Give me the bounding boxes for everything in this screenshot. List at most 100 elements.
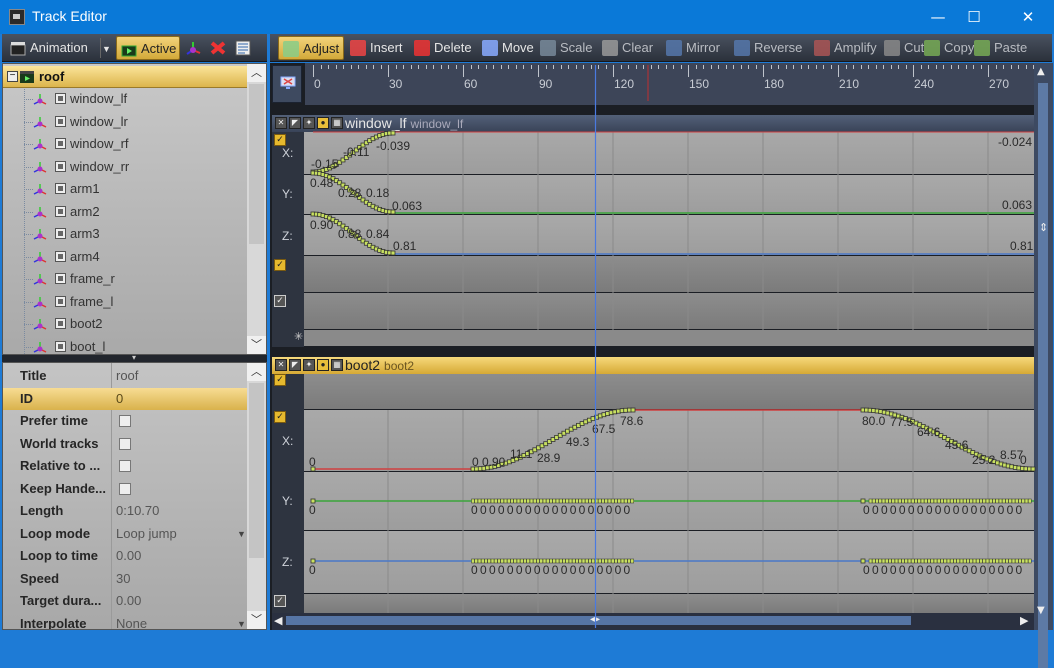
scroll-up-icon[interactable]: ︿ bbox=[247, 64, 266, 82]
dropdown-arrow-icon[interactable]: ▼ bbox=[237, 523, 246, 545]
tree-item[interactable]: window_lf bbox=[3, 88, 247, 110]
node-visibility-checkbox[interactable] bbox=[55, 93, 66, 104]
toolbar-reverse-button[interactable]: Reverse bbox=[730, 36, 808, 60]
timeline-vscroll-thumb[interactable] bbox=[1038, 83, 1048, 668]
position-enable-checkbox[interactable]: ✓ bbox=[274, 374, 286, 386]
lane-position-summary[interactable] bbox=[304, 374, 1034, 409]
node-visibility-checkbox[interactable] bbox=[55, 250, 66, 262]
property-row[interactable]: Loop to time 0.00 bbox=[3, 545, 247, 567]
time-ruler[interactable]: 0 30 60 90 120 150 180 210 240 270 bbox=[305, 63, 1034, 105]
tree-item[interactable]: boot2 bbox=[3, 313, 247, 335]
property-value[interactable]: None bbox=[116, 613, 147, 630]
node-visibility-checkbox[interactable] bbox=[55, 228, 66, 239]
panel-splitter[interactable]: ▾ bbox=[2, 353, 267, 362]
property-row[interactable]: Relative to ... bbox=[3, 455, 247, 477]
tree-item[interactable]: arm4 bbox=[3, 246, 247, 268]
scroll-down-icon[interactable]: ▼ bbox=[1037, 605, 1045, 616]
node-visibility-checkbox[interactable] bbox=[55, 205, 66, 217]
tree-item-root[interactable]: − roof bbox=[3, 66, 247, 88]
tree-item[interactable]: arm3 bbox=[3, 223, 247, 245]
lane-rotation[interactable] bbox=[304, 256, 1034, 292]
toolbar-mirror-button[interactable]: Mirror bbox=[662, 36, 728, 60]
properties-scrollbar[interactable]: ︿ ﹀ bbox=[247, 363, 266, 629]
toolbar-scale-button[interactable]: Scale bbox=[536, 36, 596, 60]
track-light-icon[interactable]: ● bbox=[317, 359, 329, 371]
timeline-options-button[interactable] bbox=[272, 65, 302, 103]
tree-item[interactable]: frame_l bbox=[3, 291, 247, 313]
toolbar-copy-button[interactable]: Copy bbox=[920, 36, 974, 60]
toolbar-amplify-button[interactable]: Amplify bbox=[810, 36, 878, 60]
property-value[interactable]: Loop jump bbox=[116, 523, 177, 545]
node-visibility-checkbox[interactable] bbox=[55, 138, 66, 149]
property-value[interactable]: 30 bbox=[116, 568, 130, 590]
toolbar-adjust-button[interactable]: Adjust bbox=[278, 36, 344, 60]
node-visibility-checkbox[interactable] bbox=[55, 273, 66, 284]
lane-z[interactable] bbox=[304, 215, 1034, 255]
property-value[interactable]: roof bbox=[116, 365, 138, 387]
tree-scrollbar[interactable]: ︿ ﹀ bbox=[247, 64, 266, 354]
scale-enable-checkbox[interactable]: ✓ bbox=[274, 595, 286, 607]
node-visibility-checkbox[interactable] bbox=[55, 340, 66, 352]
toolbar-move-button[interactable]: Move bbox=[478, 36, 534, 60]
node-visibility-checkbox[interactable] bbox=[55, 183, 66, 194]
property-row[interactable]: Loop mode Loop jump ▼ bbox=[3, 523, 247, 545]
animation-button[interactable]: Animation bbox=[6, 36, 100, 60]
toolbar-paste-button[interactable]: Paste bbox=[970, 36, 1027, 60]
toolbar-delete-button[interactable]: Delete bbox=[410, 36, 476, 60]
property-checkbox[interactable] bbox=[119, 482, 131, 495]
toolbar-insert-button[interactable]: Insert bbox=[346, 36, 408, 60]
property-checkbox[interactable] bbox=[119, 415, 131, 427]
lane-y[interactable] bbox=[304, 175, 1034, 214]
track-grid-icon[interactable]: ▦ bbox=[331, 117, 343, 129]
tree-item[interactable]: arm2 bbox=[3, 201, 247, 223]
lane-scale[interactable] bbox=[304, 594, 1034, 613]
node-visibility-checkbox[interactable] bbox=[55, 115, 66, 127]
lane-scale[interactable] bbox=[304, 293, 1034, 329]
track-header-window-lf[interactable]: ✕ ◤ ✦ ● ▦ window_lf window_lf bbox=[272, 115, 1034, 132]
property-row[interactable]: Length 0:10.70 bbox=[3, 500, 247, 522]
tree-scroll-thumb[interactable] bbox=[249, 84, 264, 244]
track-target-icon[interactable]: ✦ bbox=[303, 359, 315, 371]
track-close-icon[interactable]: ✕ bbox=[275, 117, 287, 129]
resize-grip-icon[interactable]: ◂▸ bbox=[590, 614, 600, 625]
tree-item[interactable]: window_lr bbox=[3, 111, 247, 133]
delete-track-button[interactable] bbox=[207, 36, 229, 60]
track-flag-icon[interactable]: ◤ bbox=[289, 117, 301, 129]
property-value[interactable]: 0 bbox=[116, 388, 123, 410]
node-visibility-checkbox[interactable] bbox=[55, 160, 66, 172]
list-view-button[interactable] bbox=[232, 36, 254, 60]
properties-scroll-thumb[interactable] bbox=[249, 383, 264, 558]
property-row[interactable]: ID 0 bbox=[3, 387, 247, 410]
scroll-down-icon[interactable]: ﹀ bbox=[247, 611, 266, 629]
resize-grip-icon[interactable]: ⇕ bbox=[1039, 221, 1048, 234]
rotation-enable-checkbox[interactable]: ✓ bbox=[274, 411, 286, 423]
lane-y[interactable] bbox=[304, 472, 1034, 530]
close-button[interactable]: ✕ bbox=[1005, 0, 1051, 34]
toolbar-cut-button[interactable]: Cut bbox=[880, 36, 924, 60]
scale-enable-checkbox[interactable]: ✓ bbox=[274, 295, 286, 307]
tree-item[interactable]: frame_r bbox=[3, 268, 247, 290]
property-row[interactable]: Speed 30 bbox=[3, 568, 247, 590]
timeline-hscroll[interactable]: ◀ ◂▸ ▶ bbox=[272, 613, 1034, 630]
property-value[interactable]: 0:10.70 bbox=[116, 500, 159, 522]
lane-x[interactable] bbox=[304, 132, 1034, 174]
scroll-right-icon[interactable]: ▶ bbox=[1020, 614, 1028, 627]
track-close-icon[interactable]: ✕ bbox=[275, 359, 287, 371]
maximize-button[interactable]: ☐ bbox=[951, 0, 997, 34]
tree-item[interactable]: window_rf bbox=[3, 133, 247, 155]
position-enable-checkbox[interactable]: ✓ bbox=[274, 134, 286, 146]
track-target-icon[interactable]: ✦ bbox=[303, 117, 315, 129]
property-value[interactable]: 0.00 bbox=[116, 590, 141, 612]
tree-item[interactable]: window_rr bbox=[3, 156, 247, 178]
property-row[interactable]: Target dura... 0.00 bbox=[3, 590, 247, 612]
node-visibility-checkbox[interactable] bbox=[55, 295, 66, 307]
tree-item[interactable]: arm1 bbox=[3, 178, 247, 200]
axis-gizmo-button[interactable] bbox=[182, 36, 204, 60]
property-row[interactable]: Title roof bbox=[3, 365, 247, 387]
toolbar-clear-button[interactable]: Clear bbox=[598, 36, 660, 60]
property-row[interactable]: Keep Hande... bbox=[3, 478, 247, 500]
rotation-enable-checkbox[interactable]: ✓ bbox=[274, 259, 286, 271]
track-header-boot2[interactable]: ✕ ◤ ✦ ● ▦ boot2 boot2 bbox=[272, 357, 1034, 374]
node-visibility-checkbox[interactable] bbox=[55, 318, 66, 329]
property-checkbox[interactable] bbox=[119, 460, 131, 472]
